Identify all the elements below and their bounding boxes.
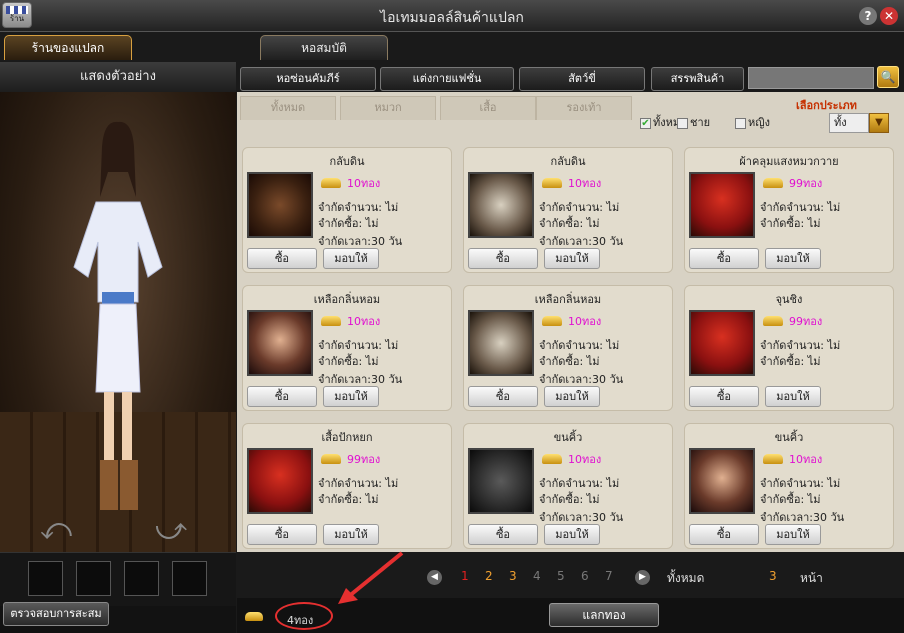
annotation-arrow-icon xyxy=(338,551,404,604)
